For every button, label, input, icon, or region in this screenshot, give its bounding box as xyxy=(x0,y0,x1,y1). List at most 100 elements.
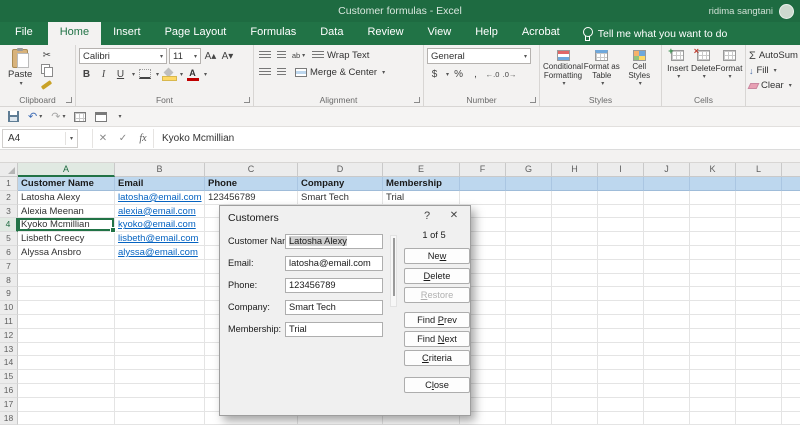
underline-button[interactable]: U xyxy=(113,67,128,81)
cell-I16[interactable] xyxy=(598,384,644,398)
column-header-l[interactable]: L xyxy=(736,163,782,177)
tell-me-box[interactable]: Tell me what you want to do xyxy=(572,22,738,45)
cell-A11[interactable] xyxy=(18,315,115,329)
cell-B4[interactable]: kyoko@email.com xyxy=(115,218,205,232)
clear-button[interactable]: Clear▾ xyxy=(749,78,800,93)
dialog-button-find-prev[interactable]: Find Prev xyxy=(404,312,470,328)
cell-B13[interactable] xyxy=(115,343,205,357)
formula-bar-value[interactable]: Kyoko Mcmillian xyxy=(162,133,234,144)
column-header-f[interactable]: F xyxy=(460,163,506,177)
cell-K4[interactable] xyxy=(690,218,736,232)
format-cells-button[interactable]: Format▾ xyxy=(716,48,742,80)
decrease-decimal-button[interactable]: .0→ xyxy=(502,67,517,81)
bold-button[interactable]: B xyxy=(79,67,94,81)
column-header-b[interactable]: B xyxy=(115,163,205,177)
cell-G11[interactable] xyxy=(506,315,552,329)
cell-K17[interactable] xyxy=(690,398,736,412)
cell-A2[interactable]: Latosha Alexy xyxy=(18,191,115,205)
cell-I14[interactable] xyxy=(598,356,644,370)
record-scrollbar[interactable] xyxy=(390,235,397,307)
autosum-button[interactable]: ΣAutoSum▾ xyxy=(749,48,800,63)
cell-I11[interactable] xyxy=(598,315,644,329)
cell-K11[interactable] xyxy=(690,315,736,329)
cell-M1[interactable] xyxy=(782,177,800,191)
cell-J1[interactable] xyxy=(644,177,690,191)
dialog-button-close[interactable]: Close xyxy=(404,377,470,393)
cell-A15[interactable] xyxy=(18,370,115,384)
row-header-14[interactable]: 14 xyxy=(0,356,18,370)
row-header-7[interactable]: 7 xyxy=(0,260,18,274)
cell-L18[interactable] xyxy=(736,412,782,425)
customize-qat-icon[interactable]: ▾ xyxy=(116,113,121,120)
cell-I17[interactable] xyxy=(598,398,644,412)
percent-style-button[interactable]: % xyxy=(451,67,466,81)
cell-B12[interactable] xyxy=(115,329,205,343)
cell-H7[interactable] xyxy=(552,260,598,274)
tab-view[interactable]: View xyxy=(416,22,464,45)
cell-B5[interactable]: lisbeth@email.com xyxy=(115,232,205,246)
cell-K7[interactable] xyxy=(690,260,736,274)
column-header-c[interactable]: C xyxy=(205,163,298,177)
cell-G14[interactable] xyxy=(506,356,552,370)
font-size-select[interactable]: 11▾ xyxy=(169,48,201,64)
cell-K9[interactable] xyxy=(690,287,736,301)
cell-L1[interactable] xyxy=(736,177,782,191)
column-header-a[interactable]: A xyxy=(18,163,115,177)
cell-A8[interactable] xyxy=(18,274,115,288)
column-header-e[interactable]: E xyxy=(383,163,460,177)
cell-A18[interactable] xyxy=(18,412,115,425)
cell-L7[interactable] xyxy=(736,260,782,274)
cancel-icon[interactable]: ✕ xyxy=(93,133,113,144)
cell-L5[interactable] xyxy=(736,232,782,246)
cell-M14[interactable] xyxy=(782,356,800,370)
cell-A9[interactable] xyxy=(18,287,115,301)
cell-H12[interactable] xyxy=(552,329,598,343)
cell-I3[interactable] xyxy=(598,205,644,219)
redo-icon[interactable]: ↷▾ xyxy=(51,110,65,123)
cell-K3[interactable] xyxy=(690,205,736,219)
cell-A5[interactable]: Lisbeth Creecy xyxy=(18,232,115,246)
cell-G18[interactable] xyxy=(506,412,552,425)
cell-J13[interactable] xyxy=(644,343,690,357)
cell-M17[interactable] xyxy=(782,398,800,412)
cell-G17[interactable] xyxy=(506,398,552,412)
cell-B1[interactable]: Email xyxy=(115,177,205,191)
select-all-corner[interactable] xyxy=(0,163,18,177)
column-header-g[interactable]: G xyxy=(506,163,552,177)
column-header-h[interactable]: H xyxy=(552,163,598,177)
font-name-select[interactable]: Calibri▾ xyxy=(79,48,167,64)
window-icon[interactable] xyxy=(95,112,107,122)
cell-B7[interactable] xyxy=(115,260,205,274)
cell-G2[interactable] xyxy=(506,191,552,205)
cell-H15[interactable] xyxy=(552,370,598,384)
font-color-button[interactable]: A xyxy=(185,67,200,81)
cell-styles-button[interactable]: Cell Styles▾ xyxy=(621,48,659,89)
format-painter-icon[interactable] xyxy=(39,78,54,92)
cell-M16[interactable] xyxy=(782,384,800,398)
cell-M15[interactable] xyxy=(782,370,800,384)
cell-L16[interactable] xyxy=(736,384,782,398)
cell-G9[interactable] xyxy=(506,287,552,301)
cell-G10[interactable] xyxy=(506,301,552,315)
dialog-field-phone[interactable]: 123456789 xyxy=(285,278,383,293)
cell-D1[interactable]: Company xyxy=(298,177,383,191)
row-header-18[interactable]: 18 xyxy=(0,412,18,425)
cell-K15[interactable] xyxy=(690,370,736,384)
name-box[interactable]: A4▾ xyxy=(2,129,78,148)
cell-B10[interactable] xyxy=(115,301,205,315)
cell-G4[interactable] xyxy=(506,218,552,232)
dialog-button-new[interactable]: New xyxy=(404,248,470,264)
cell-L9[interactable] xyxy=(736,287,782,301)
cut-icon[interactable]: ✂ xyxy=(39,48,54,62)
tab-review[interactable]: Review xyxy=(355,22,415,45)
cell-L10[interactable] xyxy=(736,301,782,315)
cell-G6[interactable] xyxy=(506,246,552,260)
cell-H8[interactable] xyxy=(552,274,598,288)
cell-H17[interactable] xyxy=(552,398,598,412)
cell-H18[interactable] xyxy=(552,412,598,425)
row-header-9[interactable]: 9 xyxy=(0,287,18,301)
tab-insert[interactable]: Insert xyxy=(101,22,153,45)
delete-cells-button[interactable]: × Delete▾ xyxy=(691,48,717,80)
cell-L3[interactable] xyxy=(736,205,782,219)
column-header-j[interactable]: J xyxy=(644,163,690,177)
